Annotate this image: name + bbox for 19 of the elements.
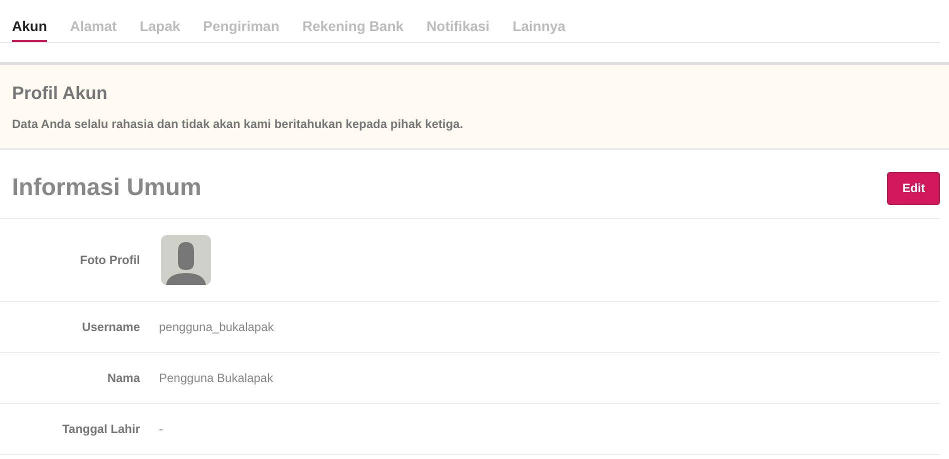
field-label: Foto Profil xyxy=(79,253,140,267)
notice-title: Profil Akun xyxy=(12,83,108,104)
field-label: Tanggal Lahir xyxy=(61,422,140,436)
notice-text: Data Anda selalu rahasia dan tidak akan kami beritahukan kepada pihak ketiga. xyxy=(12,117,464,131)
edit-button[interactable]: Edit xyxy=(887,172,940,204)
avatar-icon xyxy=(161,235,211,285)
field-label: Nama xyxy=(106,371,140,385)
field-value: - xyxy=(159,422,163,436)
section-title: Informasi Umum xyxy=(12,173,202,202)
field-label: Username xyxy=(80,320,140,334)
tab[interactable]: Akun xyxy=(12,0,47,42)
field-value: Pengguna Bukalapak xyxy=(159,371,274,385)
tab[interactable]: Lapak xyxy=(140,0,180,42)
tab[interactable]: Pengiriman xyxy=(203,0,280,42)
tab[interactable]: Notifikasi xyxy=(426,0,490,42)
field-value: pengguna_bukalapak xyxy=(159,320,274,334)
tab[interactable]: Lainnya xyxy=(512,0,566,42)
tab[interactable]: Alamat xyxy=(70,0,117,42)
tab[interactable]: Rekening Bank xyxy=(302,0,404,42)
